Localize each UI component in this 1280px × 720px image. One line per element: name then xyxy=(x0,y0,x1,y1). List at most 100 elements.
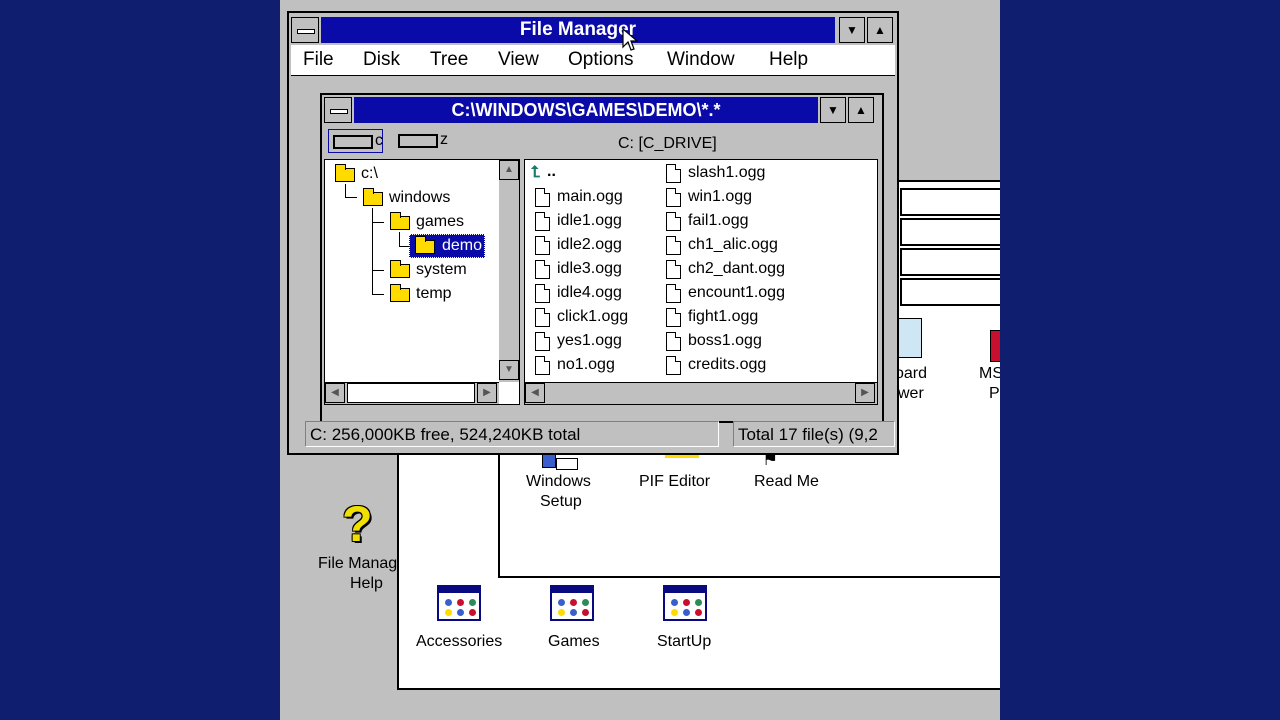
background-window-edge xyxy=(900,218,1000,246)
scroll-right-arrow-icon[interactable]: ▶ xyxy=(477,383,497,403)
tree-item-windows[interactable]: windows xyxy=(389,189,450,207)
file-icon xyxy=(666,284,681,303)
background-window-edge xyxy=(900,278,1000,306)
file-icon xyxy=(535,308,550,327)
tree-horizontal-scrollbar[interactable]: ◀ ▶ xyxy=(325,382,499,404)
file-item[interactable]: win1.ogg xyxy=(688,188,752,206)
tree-item-demo-selected[interactable]: demo xyxy=(409,234,485,258)
menu-window[interactable]: Window xyxy=(667,49,735,71)
scroll-left-arrow-icon[interactable]: ◀ xyxy=(525,383,545,403)
file-item[interactable]: boss1.ogg xyxy=(688,332,762,350)
drive-c-button[interactable]: c xyxy=(328,129,383,153)
directory-title[interactable]: C:\WINDOWS\GAMES\DEMO\*.* xyxy=(354,97,818,123)
file-list-pane[interactable]: ⮤ .. main.ogg idle1.ogg idle2.ogg idle3.… xyxy=(524,159,878,405)
file-item[interactable]: fight1.ogg xyxy=(688,308,758,326)
folder-icon xyxy=(390,284,410,302)
file-icon xyxy=(666,260,681,279)
menu-help[interactable]: Help xyxy=(769,49,808,71)
drive-c-label: c xyxy=(375,132,383,149)
file-item[interactable]: main.ogg xyxy=(557,188,623,206)
scroll-right-arrow-icon[interactable]: ▶ xyxy=(855,383,875,403)
accessories-group-icon[interactable] xyxy=(437,585,481,621)
desktop: oard wer MS P Windows Setup PIF Editor ⚑… xyxy=(280,0,1000,720)
file-item[interactable]: ch1_alic.ogg xyxy=(688,236,778,254)
drive-z-label: z xyxy=(440,131,448,148)
tree-item-temp[interactable]: temp xyxy=(416,285,452,303)
child-minimize-button[interactable]: ▼ xyxy=(820,97,846,123)
system-menu-button[interactable] xyxy=(291,17,319,43)
file-item[interactable]: encount1.ogg xyxy=(688,284,785,302)
file-icon xyxy=(666,212,681,231)
windows-setup-label-1: Windows xyxy=(526,473,591,490)
menu-options[interactable]: Options xyxy=(568,49,633,71)
file-manager-window: File Manager ▼ ▲ File Disk Tree View Opt… xyxy=(287,11,899,455)
tree-item-games[interactable]: games xyxy=(416,213,464,231)
menu-tree[interactable]: Tree xyxy=(430,49,468,71)
file-item[interactable]: no1.ogg xyxy=(557,356,615,374)
file-item[interactable]: yes1.ogg xyxy=(557,332,622,350)
drive-icon xyxy=(398,134,438,148)
maximize-button[interactable]: ▲ xyxy=(867,17,893,43)
menu-file[interactable]: File xyxy=(303,49,334,71)
file-icon xyxy=(666,332,681,351)
file-item[interactable]: click1.ogg xyxy=(557,308,628,326)
folder-icon xyxy=(390,260,410,278)
file-manager-help-icon[interactable]: ? xyxy=(342,498,388,550)
file-icon xyxy=(535,284,550,303)
parent-directory[interactable]: .. xyxy=(547,163,556,181)
startup-label: StartUp xyxy=(657,633,712,650)
scroll-left-arrow-icon[interactable]: ◀ xyxy=(325,383,345,403)
file-item[interactable]: idle1.ogg xyxy=(557,212,622,230)
scroll-down-arrow-icon[interactable]: ▼ xyxy=(499,360,519,380)
background-window-edge xyxy=(900,188,1000,216)
folder-icon xyxy=(390,212,410,230)
scroll-up-arrow-icon[interactable]: ▲ xyxy=(499,160,519,180)
pif-editor-label: PIF Editor xyxy=(639,473,711,490)
file-icon xyxy=(535,188,550,207)
drive-icon xyxy=(333,135,373,149)
tree-item-demo: demo xyxy=(442,237,483,254)
file-icon xyxy=(666,308,681,327)
windows-setup-label-2: Setup xyxy=(540,493,582,510)
file-icon xyxy=(666,164,681,183)
child-maximize-button[interactable]: ▲ xyxy=(848,97,874,123)
menu-disk[interactable]: Disk xyxy=(363,49,400,71)
mouse-cursor-icon xyxy=(622,28,638,51)
file-list-horizontal-scrollbar[interactable]: ◀ ▶ xyxy=(525,382,877,404)
tree-item-root[interactable]: c:\ xyxy=(361,165,378,183)
file-icon xyxy=(666,236,681,255)
window-title[interactable]: File Manager xyxy=(321,17,835,43)
file-item[interactable]: fail1.ogg xyxy=(688,212,749,230)
child-system-menu-button[interactable] xyxy=(324,97,352,123)
minimize-button[interactable]: ▼ xyxy=(839,17,865,43)
file-manager-help-label-2: Help xyxy=(350,575,383,592)
tree-vertical-scrollbar[interactable]: ▲ ▼ xyxy=(499,160,519,382)
file-item[interactable]: slash1.ogg xyxy=(688,164,765,182)
file-icon xyxy=(535,260,550,279)
drive-volume-label: C: [C_DRIVE] xyxy=(618,135,717,152)
menu-bar: File Disk Tree View Options Window Help xyxy=(291,45,895,76)
read-me-label: Read Me xyxy=(754,473,819,490)
file-item[interactable]: ch2_dant.ogg xyxy=(688,260,785,278)
file-item[interactable]: idle2.ogg xyxy=(557,236,622,254)
parent-directory-icon: ⮤ xyxy=(531,164,541,181)
file-icon xyxy=(535,236,550,255)
ms-dos-label-2: P xyxy=(989,385,1000,402)
file-item[interactable]: idle4.ogg xyxy=(557,284,622,302)
status-file-count: Total 17 file(s) (9,2 xyxy=(733,421,895,447)
file-item[interactable]: credits.ogg xyxy=(688,356,766,374)
file-icon xyxy=(666,188,681,207)
file-icon xyxy=(535,356,550,375)
ms-dos-prompt-icon[interactable] xyxy=(990,330,1000,362)
startup-group-icon[interactable] xyxy=(663,585,707,621)
menu-view[interactable]: View xyxy=(498,49,539,71)
scroll-track[interactable] xyxy=(347,383,475,403)
tree-item-system[interactable]: system xyxy=(416,261,467,279)
drive-z-button[interactable]: z xyxy=(394,129,449,153)
directory-window: C:\WINDOWS\GAMES\DEMO\*.* ▼ ▲ c z C: [C_… xyxy=(320,93,884,423)
games-label: Games xyxy=(548,633,600,650)
file-item[interactable]: idle3.ogg xyxy=(557,260,622,278)
tree-pane[interactable]: c:\ windows games demo system temp ▲ ▼ ◀… xyxy=(324,159,520,405)
file-icon xyxy=(535,212,550,231)
games-group-icon[interactable] xyxy=(550,585,594,621)
